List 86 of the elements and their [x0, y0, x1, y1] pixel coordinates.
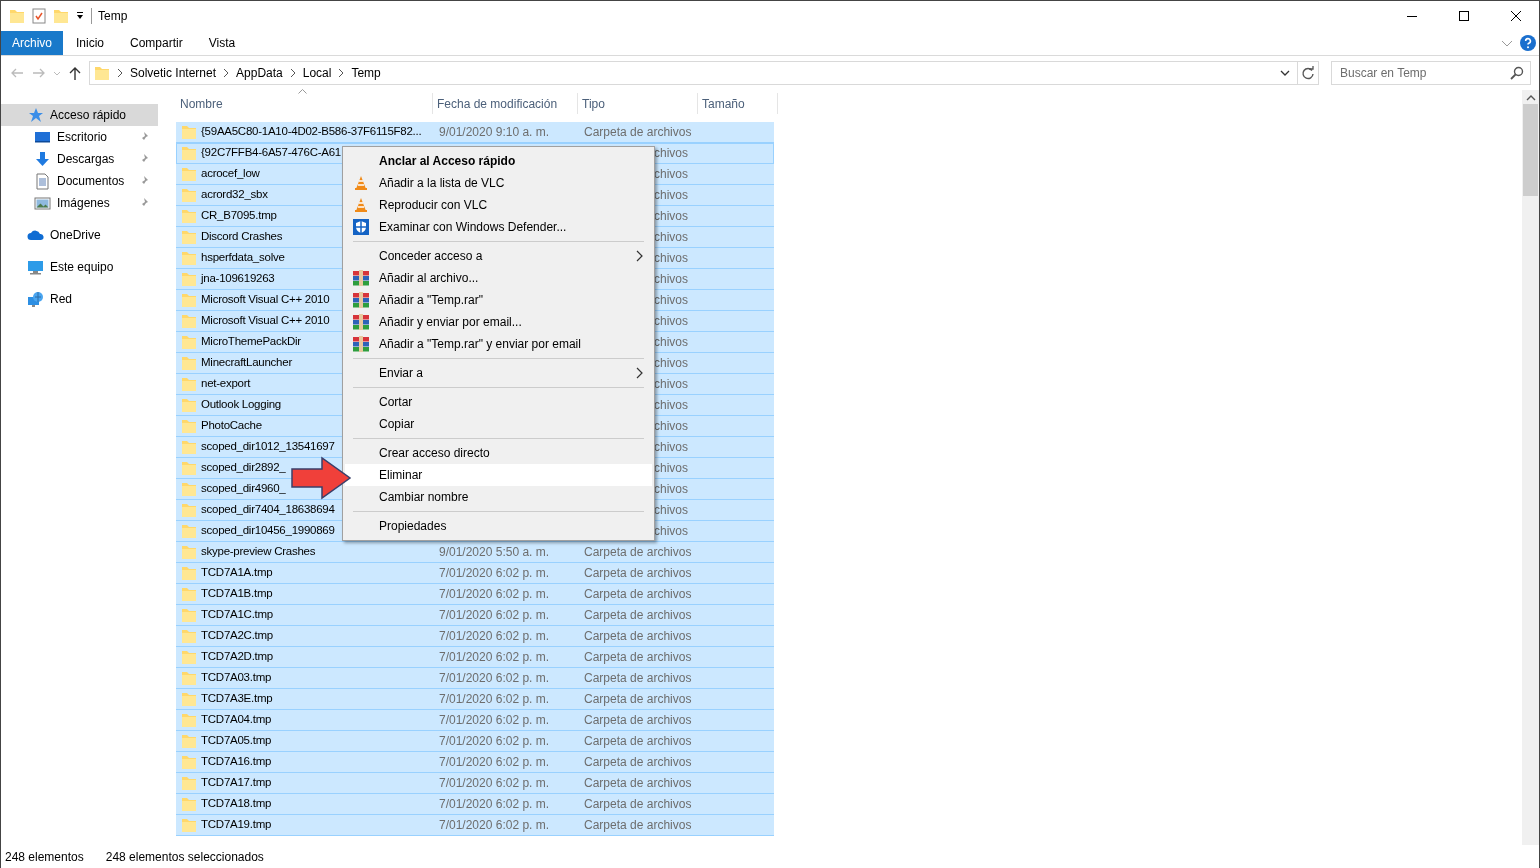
file-type: Carpeta de archivos [584, 608, 692, 622]
file-type: chivos [654, 524, 688, 538]
file-type: chivos [654, 419, 688, 433]
file-type: chivos [654, 356, 688, 370]
file-type: chivos [654, 461, 688, 475]
file-type: Carpeta de archivos [584, 650, 692, 664]
file-type: Carpeta de archivos [584, 797, 692, 811]
file-name: TCD7A1C.tmp [201, 607, 274, 623]
file-name: Microsoft Visual C++ 2010 [201, 313, 330, 329]
file-name: TCD7A18.tmp [201, 796, 272, 812]
file-type: Carpeta de archivos [584, 713, 692, 727]
modified-date: 7/01/2020 6:02 p. m. [439, 734, 550, 748]
modified-date: 7/01/2020 6:02 p. m. [439, 797, 550, 811]
file-name: TCD7A2D.tmp [201, 649, 274, 665]
file-name: {92C7FFB4-6A57-476C-A61 [201, 145, 341, 161]
file-name: MinecraftLauncher [201, 355, 292, 371]
file-name: {59AA5C80-1A10-4D02-B586-37F6115F82... [201, 124, 422, 140]
file-type: Carpeta de archivos [584, 818, 692, 832]
file-type: Carpeta de archivos [584, 566, 692, 580]
file-name: skype-preview Crashes [201, 544, 316, 560]
modified-date: 7/01/2020 6:02 p. m. [439, 755, 550, 769]
modified-date: 7/01/2020 6:02 p. m. [439, 566, 550, 580]
file-name: TCD7A1B.tmp [201, 586, 273, 602]
file-name: scoped_dir1012_13541697 [201, 439, 335, 455]
file-name: Microsoft Visual C++ 2010 [201, 292, 330, 308]
file-type: chivos [654, 251, 688, 265]
file-name: scoped_dir2892_ [201, 460, 286, 476]
file-type: Carpeta de archivos [584, 692, 692, 706]
modified-date: 7/01/2020 6:02 p. m. [439, 776, 550, 790]
file-type: chivos [654, 440, 688, 454]
modified-date: 7/01/2020 6:02 p. m. [439, 692, 550, 706]
modified-date: 7/01/2020 6:02 p. m. [439, 650, 550, 664]
file-name: acrocef_low [201, 166, 260, 182]
modified-date: 7/01/2020 6:02 p. m. [439, 608, 550, 622]
file-type: chivos [654, 146, 688, 160]
file-type: chivos [654, 503, 688, 517]
file-name: PhotoCache [201, 418, 262, 434]
file-name: acrord32_sbx [201, 187, 268, 203]
file-type: Carpeta de archivos [584, 671, 692, 685]
file-name: CR_B7095.tmp [201, 208, 277, 224]
file-name: scoped_dir4960_ [201, 481, 286, 497]
file-name: hsperfdata_solve [201, 250, 285, 266]
window-title: Temp [98, 8, 128, 25]
file-type: chivos [654, 167, 688, 181]
file-type: chivos [654, 314, 688, 328]
file-name: scoped_dir10456_1990869 [201, 523, 335, 539]
modified-date: 9/01/2020 5:50 a. m. [439, 545, 550, 559]
file-type: chivos [654, 188, 688, 202]
file-name: Outlook Logging [201, 397, 281, 413]
file-type: chivos [654, 293, 688, 307]
file-name: scoped_dir7404_18638694 [201, 502, 335, 518]
file-name: TCD7A19.tmp [201, 817, 272, 833]
file-type: chivos [654, 377, 688, 391]
file-name: TCD7A3E.tmp [201, 691, 273, 707]
modified-date: 7/01/2020 6:02 p. m. [439, 587, 550, 601]
file-type: chivos [654, 272, 688, 286]
modified-date: 7/01/2020 6:02 p. m. [439, 671, 550, 685]
file-type: Carpeta de archivos [584, 125, 692, 139]
file-type: Carpeta de archivos [584, 629, 692, 643]
file-type: Carpeta de archivos [584, 755, 692, 769]
file-name: TCD7A04.tmp [201, 712, 272, 728]
file-type: Carpeta de archivos [584, 734, 692, 748]
modified-date: 9/01/2020 9:10 a. m. [439, 125, 550, 139]
file-name: MicroThemePackDir [201, 334, 301, 350]
file-name: Discord Crashes [201, 229, 283, 245]
file-name: net-export [201, 376, 251, 392]
file-name: TCD7A05.tmp [201, 733, 272, 749]
file-type: Carpeta de archivos [584, 587, 692, 601]
file-type: chivos [654, 398, 688, 412]
item-count: 248 elementos [5, 848, 84, 866]
file-type: chivos [654, 482, 688, 496]
file-name: TCD7A16.tmp [201, 754, 272, 770]
modified-date: 7/01/2020 6:02 p. m. [439, 818, 550, 832]
file-name: TCD7A1A.tmp [201, 565, 273, 581]
file-name: TCD7A2C.tmp [201, 628, 274, 644]
file-type: chivos [654, 335, 688, 349]
file-type: Carpeta de archivos [584, 545, 692, 559]
file-name: TCD7A17.tmp [201, 775, 272, 791]
file-name: TCD7A03.tmp [201, 670, 272, 686]
modified-date: 7/01/2020 6:02 p. m. [439, 629, 550, 643]
modified-date: 7/01/2020 6:02 p. m. [439, 713, 550, 727]
file-name: jna-109619263 [201, 271, 275, 287]
file-type: chivos [654, 230, 688, 244]
file-type: chivos [654, 209, 688, 223]
selection-count: 248 elementos seleccionados [105, 848, 264, 866]
file-type: Carpeta de archivos [584, 776, 692, 790]
